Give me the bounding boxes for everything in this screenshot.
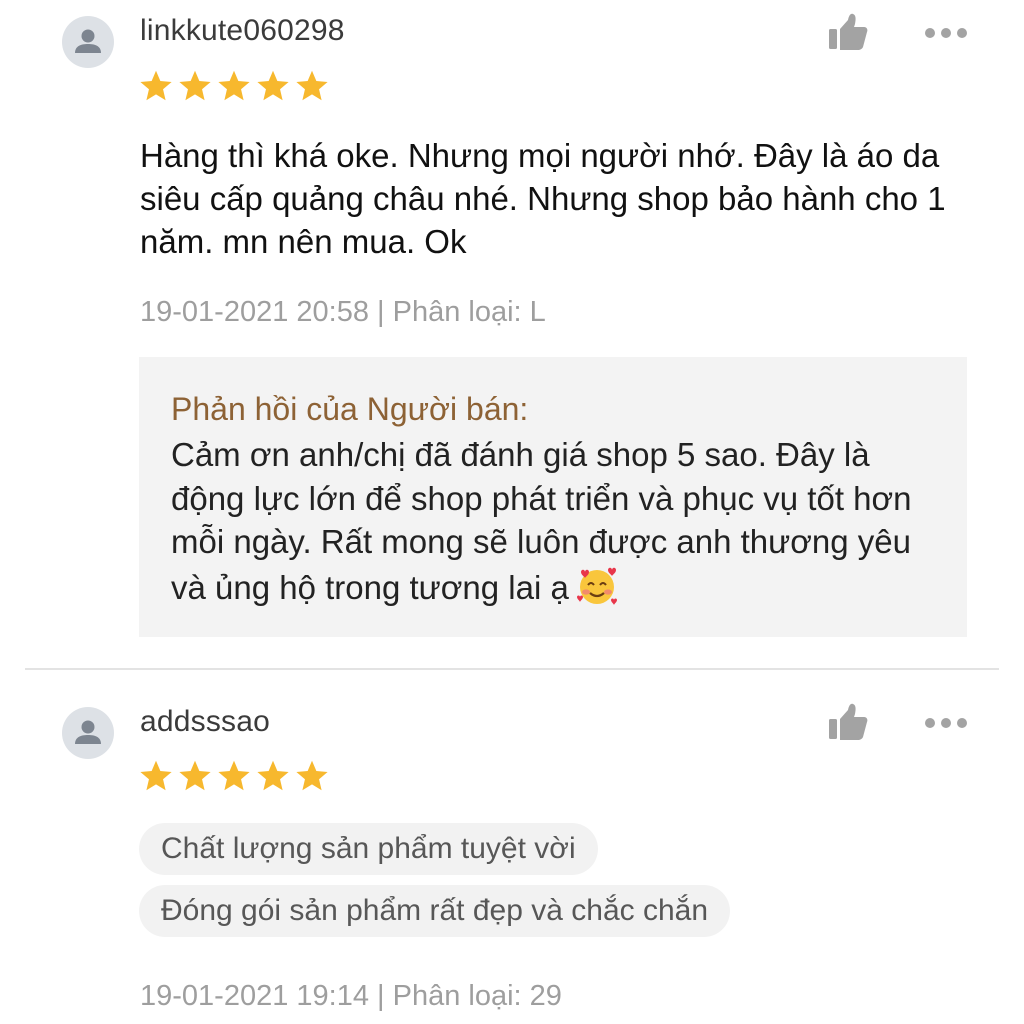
thumbs-up-icon [829,703,868,740]
more-options-button[interactable] [922,23,970,43]
star-icon [218,70,250,101]
star-rating [138,68,330,104]
star-rating [138,758,330,794]
avatar[interactable] [62,16,114,68]
review-username[interactable]: linkkute060298 [140,14,345,48]
review-tag-quality[interactable]: Chất lượng sản phẩm tuyệt vời [139,823,598,875]
thumbs-up-icon [829,13,868,50]
more-options-button[interactable] [922,713,970,733]
avatar[interactable] [62,707,114,759]
seller-reply: Phản hồi của Người bán: Cảm ơn anh/chị đ… [139,357,967,637]
review-tag-packaging[interactable]: Đóng gói sản phẩm rất đẹp và chắc chắn [139,885,731,937]
star-icon [257,70,289,101]
review-meta: 19-01-2021 20:58 | Phân loại: L [140,296,546,328]
star-icon [140,70,172,101]
star-icon [296,760,328,791]
more-dots-icon [925,718,967,728]
review-list: linkkute060298 Hàng thì khá oke. Nhưng m… [0,0,1024,1024]
star-icon [179,70,211,101]
star-icon [179,760,211,791]
star-icon [296,70,328,101]
seller-reply-title: Phản hồi của Người bán: [171,391,529,427]
like-button[interactable] [826,702,870,742]
review-comment: Hàng thì khá oke. Nhưng mọi người nhớ. Đ… [140,137,946,260]
seller-reply-body: Cảm ơn anh/chị đã đánh giá shop 5 sao. Đ… [171,436,912,606]
review-item: addsssao Chất lượng sản phẩm tuyệt vời Đ… [0,670,1024,1024]
smiling-face-with-hearts-icon [576,567,617,605]
like-button[interactable] [826,12,870,52]
review-username[interactable]: addsssao [140,705,270,739]
star-icon [257,760,289,791]
seller-reply-text: Cảm ơn anh/chị đã đánh giá shop 5 sao. Đ… [171,433,951,609]
star-icon [218,760,250,791]
more-dots-icon [925,28,967,38]
review-item: linkkute060298 Hàng thì khá oke. Nhưng m… [0,0,1024,668]
review-meta: 19-01-2021 19:14 | Phân loại: 29 [140,980,562,1012]
person-icon [75,720,101,744]
person-icon [75,29,101,53]
star-icon [140,760,172,791]
